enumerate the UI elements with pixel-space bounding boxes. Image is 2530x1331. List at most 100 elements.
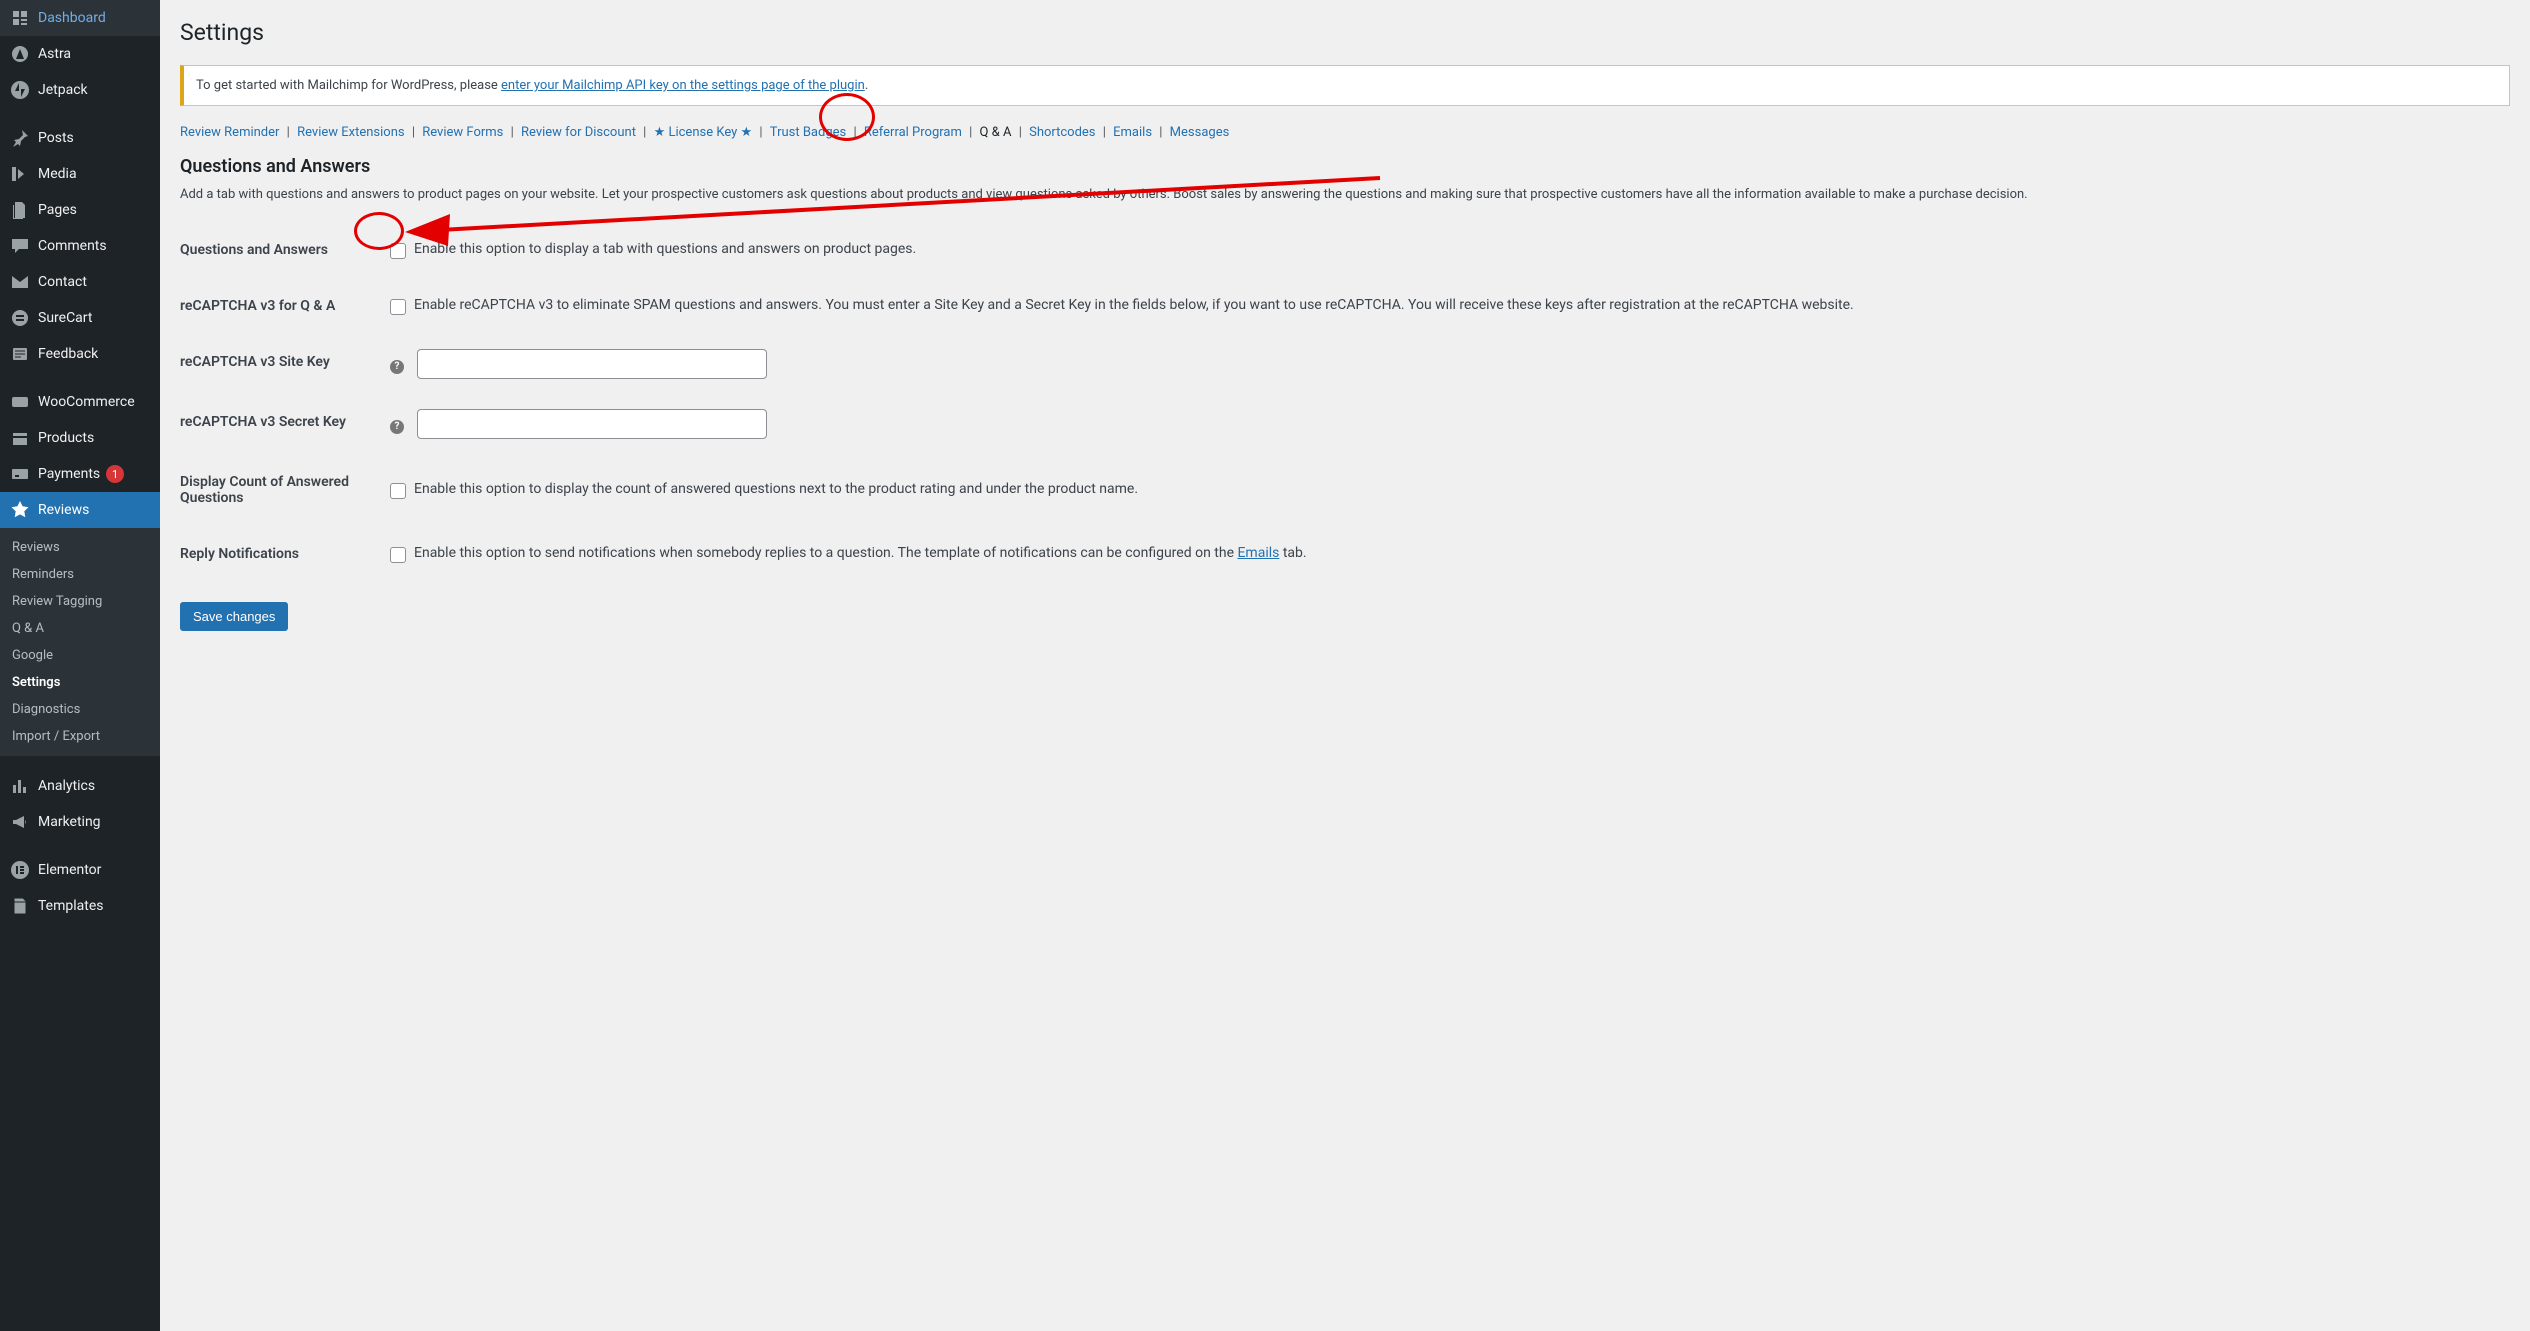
surecart-icon xyxy=(10,308,30,328)
sidebar-item-woocommerce[interactable]: WooCommerce xyxy=(0,384,160,420)
analytics-icon xyxy=(10,776,30,796)
tab-review-forms[interactable]: Review Forms xyxy=(422,125,503,140)
help-icon[interactable]: ? xyxy=(390,420,404,434)
sidebar-item-label: Contact xyxy=(38,274,87,290)
sidebar-item-surecart[interactable]: SureCart xyxy=(0,300,160,336)
row-label-reply: Reply Notifications xyxy=(180,526,380,582)
checkbox-qa[interactable] xyxy=(390,243,406,259)
submenu-item-settings[interactable]: Settings xyxy=(0,669,160,696)
row-label-secret-key: reCAPTCHA v3 Secret Key xyxy=(180,394,380,454)
tab-shortcodes[interactable]: Shortcodes xyxy=(1029,125,1095,140)
woo-icon xyxy=(10,392,30,412)
checkbox-text-reply: Enable this option to send notifications… xyxy=(414,545,1307,561)
notice-link[interactable]: enter your Mailchimp API key on the sett… xyxy=(501,78,865,93)
row-label-count: Display Count of Answered Questions xyxy=(180,454,380,526)
sidebar-item-payments[interactable]: Payments1 xyxy=(0,456,160,492)
submenu-item-import-export[interactable]: Import / Export xyxy=(0,723,160,750)
tab-messages[interactable]: Messages xyxy=(1170,125,1230,140)
sidebar-item-label: Feedback xyxy=(38,346,98,362)
submenu-item-diagnostics[interactable]: Diagnostics xyxy=(0,696,160,723)
tab-trust-badges[interactable]: Trust Badges xyxy=(770,125,846,140)
dashboard-icon xyxy=(10,8,30,28)
checkbox-text-recaptcha: Enable reCAPTCHA v3 to eliminate SPAM qu… xyxy=(414,297,1854,313)
checkbox-count[interactable] xyxy=(390,483,406,499)
checkbox-text-count: Enable this option to display the count … xyxy=(414,481,1138,497)
checkbox-row-count[interactable]: Enable this option to display the count … xyxy=(390,481,2500,499)
tab-referral-program[interactable]: Referral Program xyxy=(864,125,962,140)
sidebar-item-analytics[interactable]: Analytics xyxy=(0,768,160,804)
comments-icon xyxy=(10,236,30,256)
checkbox-row-qa[interactable]: Enable this option to display a tab with… xyxy=(390,241,2500,259)
star-icon xyxy=(10,500,30,520)
tab-review-reminder[interactable]: Review Reminder xyxy=(180,125,279,140)
sidebar-item-label: Analytics xyxy=(38,778,95,794)
tab-separator: | xyxy=(283,125,293,140)
sidebar-item-contact[interactable]: Contact xyxy=(0,264,160,300)
save-button[interactable]: Save changes xyxy=(180,602,288,631)
sidebar-item-label: Astra xyxy=(38,46,71,62)
tab-emails[interactable]: Emails xyxy=(1113,125,1152,140)
submenu-item-google[interactable]: Google xyxy=(0,642,160,669)
sidebar-item-pages[interactable]: Pages xyxy=(0,192,160,228)
feedback-icon xyxy=(10,344,30,364)
checkbox-row-reply[interactable]: Enable this option to send notifications… xyxy=(390,545,2500,563)
sidebar-item-media[interactable]: Media xyxy=(0,156,160,192)
media-icon xyxy=(10,164,30,184)
sidebar-item-jetpack[interactable]: Jetpack xyxy=(0,72,160,108)
tab-separator: | xyxy=(640,125,650,140)
payments-icon xyxy=(10,464,30,484)
tab-separator: | xyxy=(1156,125,1166,140)
sidebar-item-comments[interactable]: Comments xyxy=(0,228,160,264)
pin-icon xyxy=(10,128,30,148)
sidebar-item-elementor[interactable]: Elementor xyxy=(0,852,160,888)
sidebar-item-label: Pages xyxy=(38,202,77,218)
checkbox-recaptcha[interactable] xyxy=(390,299,406,315)
tab-separator: | xyxy=(966,125,976,140)
elementor-icon xyxy=(10,860,30,880)
products-icon xyxy=(10,428,30,448)
submenu-item-review-tagging[interactable]: Review Tagging xyxy=(0,588,160,615)
sidebar-item-templates[interactable]: Templates xyxy=(0,888,160,924)
emails-link[interactable]: Emails xyxy=(1237,545,1279,561)
tab--license-key-[interactable]: ★ License Key ★ xyxy=(654,125,753,140)
input-secret-key[interactable] xyxy=(417,409,767,439)
sidebar-item-label: Media xyxy=(38,166,77,182)
submenu-item-reminders[interactable]: Reminders xyxy=(0,561,160,588)
sidebar-item-label: Marketing xyxy=(38,814,101,830)
input-site-key[interactable] xyxy=(417,349,767,379)
admin-sidebar: Dashboard Astra Jetpack Posts Media Pages Comm… xyxy=(0,0,160,1331)
checkbox-row-recaptcha[interactable]: Enable reCAPTCHA v3 to eliminate SPAM qu… xyxy=(390,297,2500,315)
sidebar-item-feedback[interactable]: Feedback xyxy=(0,336,160,372)
sidebar-item-astra[interactable]: Astra xyxy=(0,36,160,72)
sidebar-item-products[interactable]: Products xyxy=(0,420,160,456)
notice-banner: To get started with Mailchimp for WordPr… xyxy=(180,65,2510,106)
tab-review-for-discount[interactable]: Review for Discount xyxy=(521,125,636,140)
tab-q-a[interactable]: Q & A xyxy=(980,125,1012,140)
checkbox-text-qa: Enable this option to display a tab with… xyxy=(414,241,916,257)
sidebar-item-dashboard[interactable]: Dashboard xyxy=(0,0,160,36)
tab-separator: | xyxy=(507,125,517,140)
sidebar-item-marketing[interactable]: Marketing xyxy=(0,804,160,840)
checkbox-reply[interactable] xyxy=(390,547,406,563)
sidebar-submenu: ReviewsRemindersReview TaggingQ & AGoogl… xyxy=(0,528,160,756)
submenu-item-q-a[interactable]: Q & A xyxy=(0,615,160,642)
submenu-item-reviews[interactable]: Reviews xyxy=(0,534,160,561)
sidebar-item-label: Posts xyxy=(38,130,74,146)
section-description: Add a tab with questions and answers to … xyxy=(180,187,2510,202)
templates-icon xyxy=(10,896,30,916)
tab-separator: | xyxy=(756,125,766,140)
tab-review-extensions[interactable]: Review Extensions xyxy=(297,125,405,140)
help-icon[interactable]: ? xyxy=(390,360,404,374)
mail-icon xyxy=(10,272,30,292)
sidebar-item-label: WooCommerce xyxy=(38,394,135,410)
notice-text-prefix: To get started with Mailchimp for WordPr… xyxy=(196,78,501,93)
sidebar-item-label: Dashboard xyxy=(38,10,106,26)
sidebar-item-reviews[interactable]: Reviews xyxy=(0,492,160,528)
sidebar-item-label: SureCart xyxy=(38,310,92,326)
sidebar-item-posts[interactable]: Posts xyxy=(0,120,160,156)
sidebar-item-label: Jetpack xyxy=(38,82,88,98)
row-label-recaptcha: reCAPTCHA v3 for Q & A xyxy=(180,278,380,334)
sidebar-badge: 1 xyxy=(106,465,124,483)
sidebar-item-label: Comments xyxy=(38,238,107,254)
tab-separator: | xyxy=(1015,125,1025,140)
